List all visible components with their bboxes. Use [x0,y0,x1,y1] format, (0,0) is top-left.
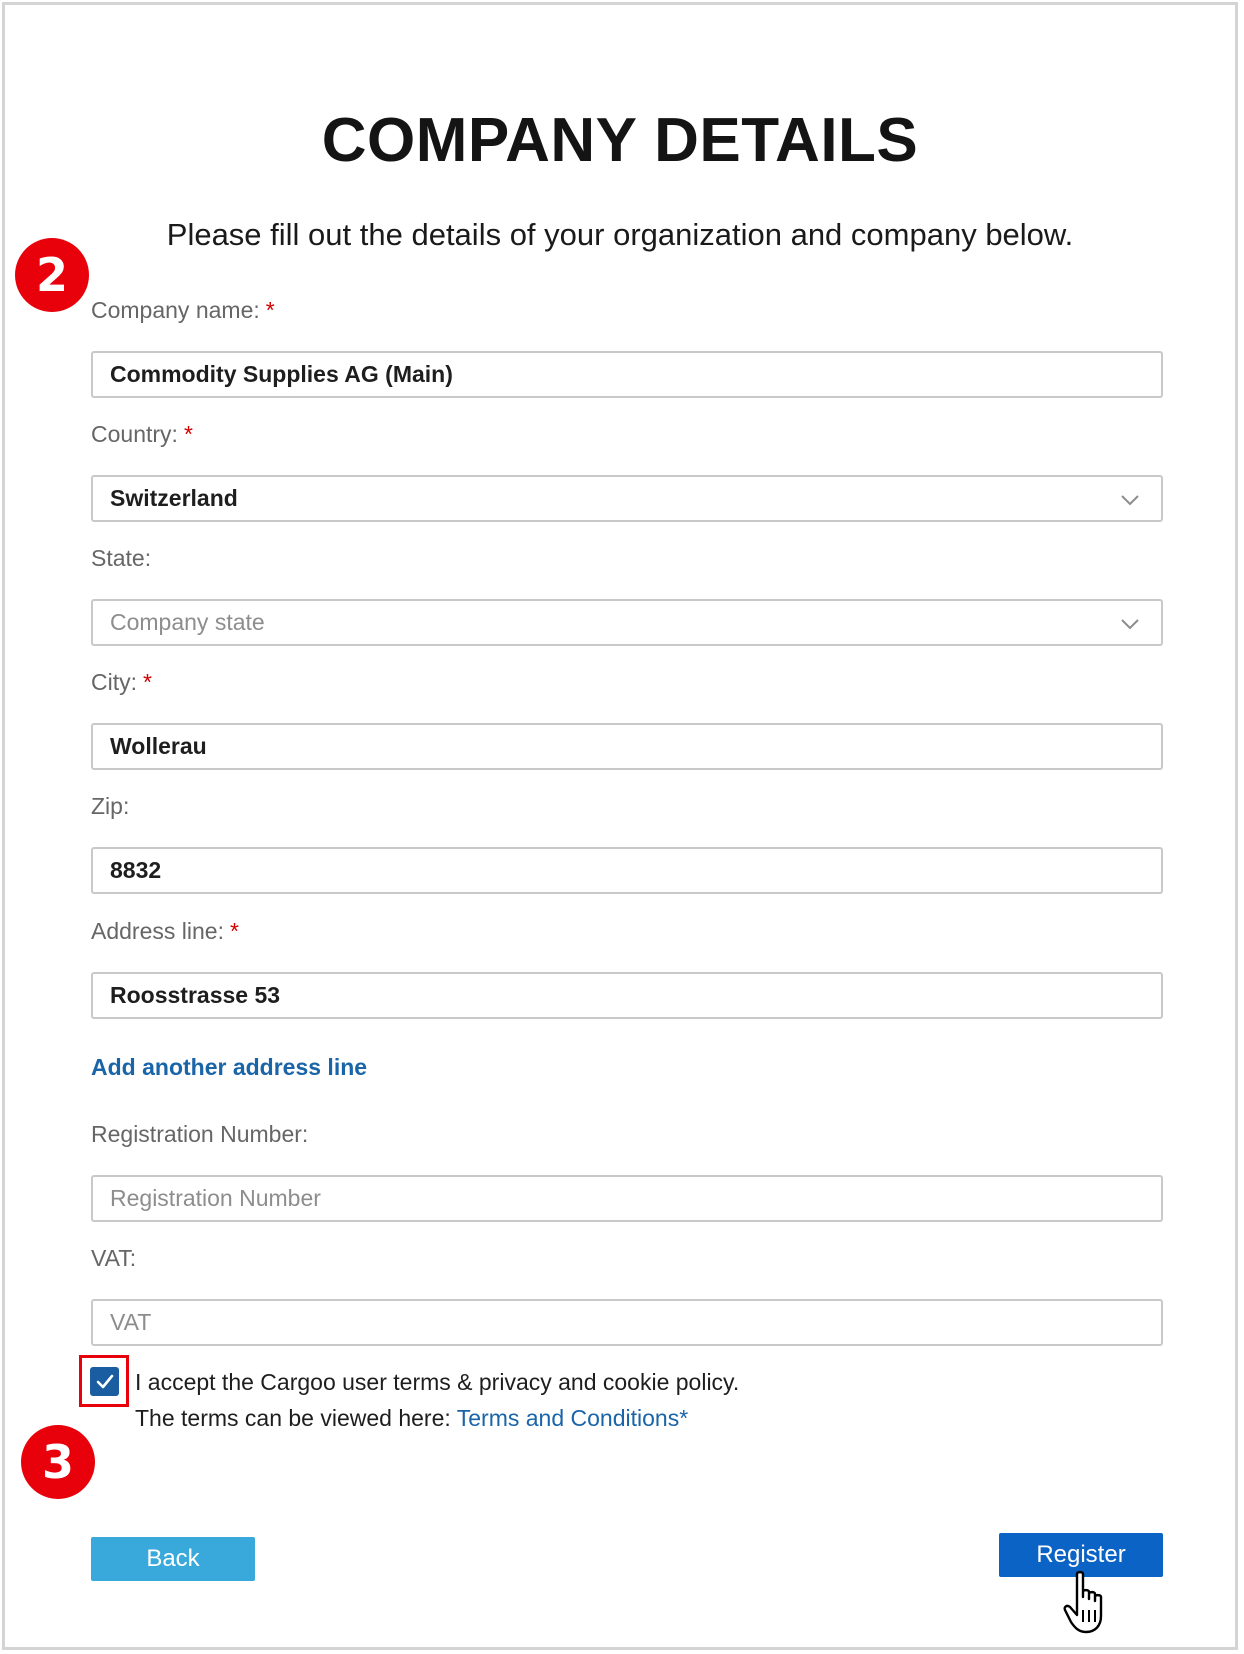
zip-value: 8832 [110,857,162,883]
address-line-input[interactable]: Roosstrasse 53 [91,972,1163,1019]
required-asterisk: * [143,669,152,695]
city-input[interactable]: Wollerau [91,723,1163,770]
terms-accept-text: I accept the Cargoo user terms & privacy… [135,1369,740,1395]
step-badge-2: 2 [15,238,89,312]
checkmark-icon [96,1374,113,1388]
page-frame: COMPANY DETAILS Please fill out the deta… [2,2,1238,1650]
required-asterisk: * [183,421,193,447]
company-name-input[interactable]: Commodity Supplies AG (Main) [91,351,1163,398]
vat-input[interactable]: VAT [91,1299,1163,1346]
address-line-label: Address line: * [91,918,239,944]
state-placeholder: Company state [110,609,265,635]
registration-number-input[interactable]: Registration Number [91,1175,1163,1222]
terms-and-conditions-link[interactable]: Terms and Conditions* [457,1405,688,1431]
company-name-label: Company name: * [91,297,275,323]
chevron-down-icon [1121,619,1139,630]
address-line-value: Roosstrasse 53 [110,982,281,1008]
state-select[interactable]: Company state [91,599,1163,646]
required-asterisk: * [229,918,239,944]
page-subtitle: Please fill out the details of your orga… [166,217,1074,252]
city-label: City: * [91,669,152,695]
chevron-down-icon [1121,495,1139,506]
page-title: COMPANY DETAILS [321,106,919,175]
vat-placeholder: VAT [110,1309,152,1335]
back-button[interactable]: Back [91,1537,255,1581]
registration-number-placeholder: Registration Number [110,1185,321,1211]
vat-label: VAT: [91,1245,137,1271]
state-label: State: [91,545,152,571]
zip-label: Zip: [91,793,130,819]
hand-pointer-icon [1063,1570,1103,1634]
company-name-value: Commodity Supplies AG (Main) [110,361,453,387]
add-address-line-link[interactable]: Add another address line [91,1054,367,1081]
terms-view-text: The terms can be viewed here: Terms and … [135,1405,689,1431]
accept-terms-checkbox[interactable] [90,1367,119,1396]
city-value: Wollerau [110,733,207,759]
country-value: Switzerland [110,485,238,511]
registration-number-label: Registration Number: [91,1121,309,1147]
country-select[interactable]: Switzerland [91,475,1163,522]
zip-input[interactable]: 8832 [91,847,1163,894]
country-label: Country: * [91,421,193,447]
step-badge-3: 3 [21,1425,95,1499]
required-asterisk: * [265,297,275,323]
